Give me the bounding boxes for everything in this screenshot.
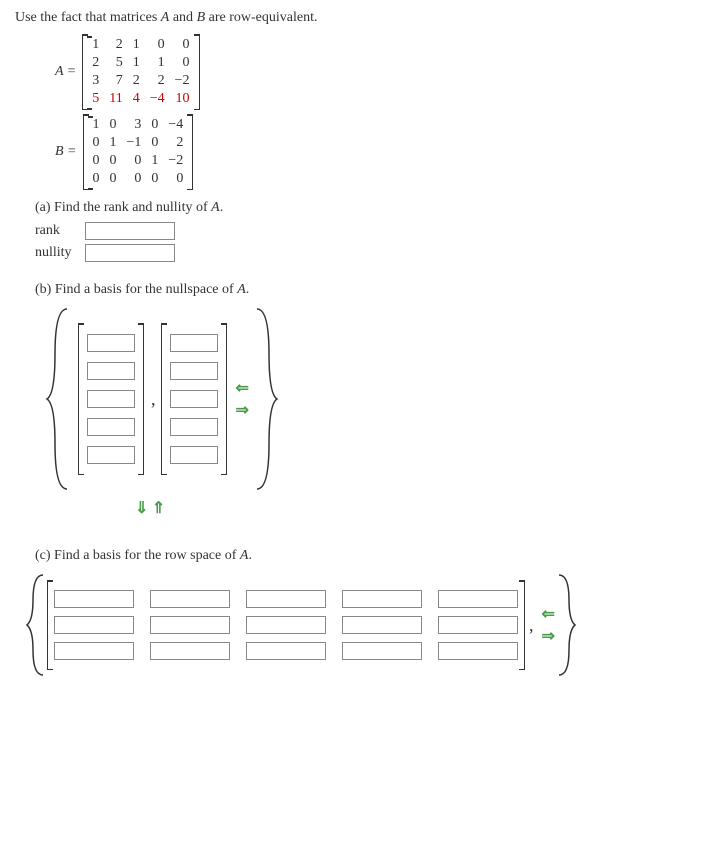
rowspace-input[interactable] <box>342 616 422 634</box>
nullspace-input[interactable] <box>87 334 135 352</box>
arrow-right-icon[interactable]: ⇒ <box>542 626 555 646</box>
rowspace-input[interactable] <box>150 590 230 608</box>
matrix-A-label: A = <box>55 64 76 80</box>
rowspace-input[interactable] <box>438 590 518 608</box>
left-brace-icon <box>45 304 75 494</box>
table-row: 00000 <box>88 170 189 188</box>
rowspace-input[interactable] <box>54 642 134 660</box>
rowspace-row <box>54 590 518 608</box>
arrow-down-icon[interactable]: ⇓ <box>135 500 148 517</box>
rank-input[interactable] <box>85 222 175 240</box>
table-row: 01−102 <box>88 134 189 152</box>
matrix-B-block: B = 1030−4 01−102 0001−2 00000 <box>55 114 689 190</box>
nullspace-input[interactable] <box>87 362 135 380</box>
part-b: (b) Find a basis for the nullspace of A. <box>35 282 689 298</box>
rowspace-input[interactable] <box>246 642 326 660</box>
rowspace-row <box>54 616 518 634</box>
arrow-up-icon[interactable]: ⇑ <box>152 500 165 517</box>
nullspace-input[interactable] <box>87 446 135 464</box>
nullspace-input[interactable] <box>170 446 218 464</box>
rowspace-input[interactable] <box>246 616 326 634</box>
comma: , <box>529 615 534 636</box>
rowspace-set: , ⇐ ⇒ <box>25 570 689 680</box>
matrix-B: 1030−4 01−102 0001−2 00000 <box>83 114 194 190</box>
part-a: (a) Find the rank and nullity of A. <box>35 200 689 216</box>
right-brace-icon <box>249 304 279 494</box>
arrow-left-icon[interactable]: ⇐ <box>236 378 249 398</box>
rowspace-input[interactable] <box>342 642 422 660</box>
instruction: Use the fact that matrices A and B are r… <box>15 10 689 26</box>
rowspace-input[interactable] <box>54 590 134 608</box>
left-brace-icon <box>25 570 47 680</box>
nullity-input[interactable] <box>85 244 175 262</box>
rowspace-input[interactable] <box>438 616 518 634</box>
nullity-label: nullity <box>35 245 85 261</box>
matrix-B-label: B = <box>55 144 77 160</box>
rank-label: rank <box>35 223 85 239</box>
arrow-right-icon[interactable]: ⇒ <box>236 400 249 420</box>
instr-B: B <box>197 10 206 25</box>
rowspace-matrix <box>47 580 525 670</box>
nullspace-input[interactable] <box>87 390 135 408</box>
table-row: 1030−4 <box>88 116 189 134</box>
matrix-A: 12100 25110 3722−2 5114−410 <box>82 34 199 110</box>
table-row: 25110 <box>87 54 194 72</box>
table-row: 0001−2 <box>88 152 189 170</box>
rowspace-input[interactable] <box>246 590 326 608</box>
table-row: 3722−2 <box>87 72 194 90</box>
part-c: (c) Find a basis for the row space of A. <box>35 548 689 564</box>
instr-and: and <box>169 10 196 25</box>
rowspace-input[interactable] <box>150 642 230 660</box>
comma: , <box>151 389 156 410</box>
table-row: 12100 <box>87 36 194 54</box>
rowspace-row <box>54 642 518 660</box>
table-row: 5114−410 <box>87 90 194 108</box>
right-brace-icon <box>555 570 577 680</box>
matrix-A-block: A = 12100 25110 3722−2 5114−410 <box>55 34 689 110</box>
nullspace-set: , ⇐ ⇒ <box>45 304 689 494</box>
instr-pre: Use the fact that matrices <box>15 10 161 25</box>
arrow-left-icon[interactable]: ⇐ <box>542 604 555 624</box>
rowspace-input[interactable] <box>54 616 134 634</box>
nullspace-input[interactable] <box>170 418 218 436</box>
rowspace-input[interactable] <box>438 642 518 660</box>
instr-post: are row-equivalent. <box>205 10 317 25</box>
nullspace-vector-2 <box>161 323 227 475</box>
vertical-arrows: ⇓ ⇑ <box>135 498 689 518</box>
nullspace-vector-1 <box>78 323 144 475</box>
nullspace-input[interactable] <box>170 390 218 408</box>
nullspace-input[interactable] <box>87 418 135 436</box>
nullspace-input[interactable] <box>170 362 218 380</box>
rowspace-input[interactable] <box>342 590 422 608</box>
rowspace-input[interactable] <box>150 616 230 634</box>
nullspace-input[interactable] <box>170 334 218 352</box>
